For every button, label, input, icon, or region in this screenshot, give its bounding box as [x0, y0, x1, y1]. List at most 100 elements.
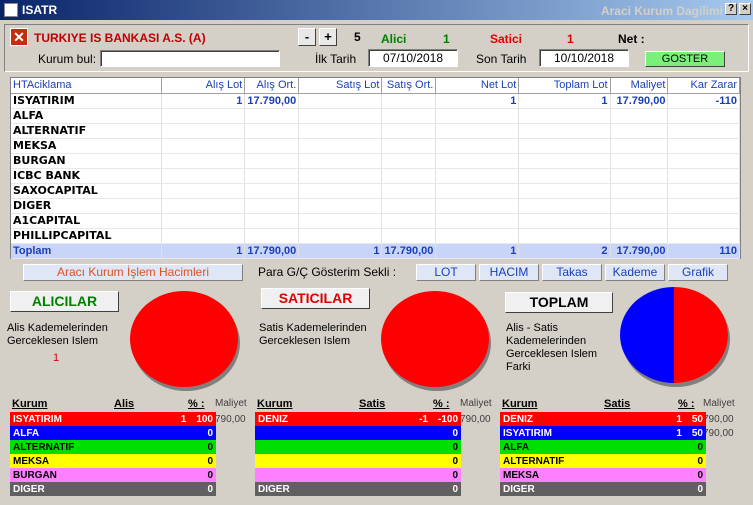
cell-kar-zarar — [667, 153, 740, 169]
list-item-pct: 0 — [452, 483, 458, 495]
list-item[interactable]: ISYATIRIM 1 50 — [500, 426, 706, 440]
cell-kar-zarar — [667, 183, 740, 199]
cell-toplam-lot — [518, 153, 611, 169]
cell-kar-zarar — [667, 198, 740, 214]
list-item[interactable]: ALFA 0 — [10, 426, 216, 440]
tab-hacim[interactable]: HACIM — [479, 264, 539, 281]
col-header[interactable]: Toplam Lot — [518, 78, 611, 94]
window-right-title: Araci Kurum Dagilimi — [600, 4, 723, 18]
tab-lot[interactable]: LOT — [416, 264, 476, 281]
plus-button[interactable]: + — [319, 28, 337, 46]
alicilar-button[interactable]: ALICILAR — [10, 291, 119, 312]
toplam-h-pct: % : — [678, 398, 695, 410]
col-header[interactable]: Alış Ort. — [244, 78, 300, 94]
saticilar-button[interactable]: SATICILAR — [261, 288, 370, 309]
table-row[interactable]: ALTERNATIF — [11, 123, 740, 139]
son-tarih-field[interactable]: 10/10/2018 — [539, 49, 629, 67]
broker-name: A1CAPITAL — [11, 213, 163, 229]
list-item[interactable]: DENIZ 1 50 — [500, 412, 706, 426]
list-item[interactable]: DIGER 0 — [500, 482, 706, 496]
close-panel-icon[interactable]: ✕ — [10, 28, 28, 46]
col-header[interactable]: Kar Zarar — [667, 78, 740, 94]
grid-total-row[interactable]: Toplam 1 17.790,00 1 17.790,00 1 2 17.790,00 110 — [11, 242, 740, 259]
list-item[interactable]: MEKSA 0 — [10, 454, 216, 468]
list-item[interactable]: ALTERNATIF 0 — [10, 440, 216, 454]
list-item[interactable]: 0 — [255, 454, 461, 468]
cell-alis-lot — [161, 183, 246, 199]
broker-grid[interactable]: HTAciklama Alış Lot Alış Ort. Satış Lot … — [10, 77, 741, 259]
cell-satis-lot — [298, 183, 383, 199]
alici-maliyet-value: 790,00 — [215, 414, 246, 425]
toplam-maliyet-value: 790,00 — [703, 414, 734, 425]
ilk-tarih-field[interactable]: 07/10/2018 — [368, 49, 458, 67]
list-item-pct: 0 — [697, 469, 703, 481]
cell-satis-lot — [298, 198, 383, 214]
cell-satis-lot — [298, 228, 383, 244]
col-header[interactable]: Satış Lot — [298, 78, 383, 94]
para-label: Para G/Ç Gösterim Sekli : — [258, 265, 397, 279]
cell-kar-zarar — [667, 138, 740, 154]
table-row[interactable]: MEKSA — [11, 138, 740, 154]
broker-name: ISYATIRIM — [11, 93, 163, 109]
alicilar-count: 1 — [53, 352, 60, 364]
list-item[interactable]: DENIZ -1 -100 — [255, 412, 461, 426]
table-row[interactable]: PHILLIPCAPITAL — [11, 228, 740, 244]
cell-toplam-lot — [518, 183, 611, 199]
table-row[interactable]: ICBC BANK — [11, 168, 740, 184]
minus-button[interactable]: - — [298, 28, 316, 46]
help-icon[interactable]: ? — [725, 3, 737, 15]
cell-alis-lot: 1 — [161, 93, 246, 109]
tab-grafik[interactable]: Grafik — [668, 264, 728, 281]
list-item[interactable]: 0 — [255, 426, 461, 440]
cell-net-lot — [435, 198, 520, 214]
cell-satis-lot — [298, 123, 383, 139]
cell-kar-zarar — [667, 228, 740, 244]
list-item[interactable]: 0 — [255, 440, 461, 454]
list-item[interactable]: ALTERNATIF 0 — [500, 454, 706, 468]
cell-satis-ort — [381, 123, 437, 139]
table-row[interactable]: DIGER — [11, 198, 740, 214]
list-item-name: MEKSA — [13, 455, 50, 467]
list-item[interactable]: ALFA 0 — [500, 440, 706, 454]
list-item-name: ISYATIRIM — [503, 427, 552, 439]
list-item[interactable]: MEKSA 0 — [500, 468, 706, 482]
satici-h-pct: % : — [433, 398, 450, 410]
col-header[interactable]: Satış Ort. — [381, 78, 437, 94]
close-icon[interactable]: × — [739, 3, 751, 15]
tab-hacimler[interactable]: Aracı Kurum İşlem Hacimleri — [23, 264, 243, 281]
toplam-desc4: Farki — [506, 361, 531, 373]
list-item-pct: 100 — [196, 413, 213, 425]
table-row[interactable]: ISYATIRIM 1 17.790,00 1 1 17.790,00 -110 — [11, 93, 740, 109]
list-item[interactable]: DIGER 0 — [10, 482, 216, 496]
cell-alis-lot — [161, 213, 246, 229]
broker-name: MEKSA — [11, 138, 163, 154]
list-item[interactable]: 0 — [255, 468, 461, 482]
table-row[interactable]: SAXOCAPITAL — [11, 183, 740, 199]
table-row[interactable]: A1CAPITAL — [11, 213, 740, 229]
cell-maliyet — [610, 138, 669, 154]
table-row[interactable]: BURGAN — [11, 153, 740, 169]
cell-toplam-lot — [518, 213, 611, 229]
toplam-button[interactable]: TOPLAM — [505, 292, 613, 313]
tab-takas[interactable]: Takas — [542, 264, 602, 281]
cell-maliyet: 17.790,00 — [610, 242, 669, 259]
list-item[interactable]: ISYATIRIM 1 100 — [10, 412, 216, 426]
list-item-name: BURGAN — [13, 469, 57, 481]
alici-h-kurum: Kurum — [12, 398, 48, 410]
list-item-pct: 0 — [452, 469, 458, 481]
list-item-pct: 0 — [697, 483, 703, 495]
col-header[interactable]: Maliyet — [610, 78, 669, 94]
goster-button[interactable]: GOSTER — [645, 51, 725, 67]
table-row[interactable]: ALFA — [11, 108, 740, 124]
col-header[interactable]: HTAciklama — [11, 78, 163, 94]
cell-alis-lot: 1 — [161, 242, 246, 259]
col-header[interactable]: Alış Lot — [161, 78, 246, 94]
list-item[interactable]: BURGAN 0 — [10, 468, 216, 482]
list-item[interactable]: DIGER 0 — [255, 482, 461, 496]
alici-label: Alici — [381, 32, 407, 46]
list-item-name: ISYATIRIM — [13, 413, 62, 425]
tab-kademe[interactable]: Kademe — [605, 264, 665, 281]
satici-h-kurum: Kurum — [257, 398, 293, 410]
col-header[interactable]: Net Lot — [435, 78, 520, 94]
kurum-bul-input[interactable] — [100, 50, 280, 67]
